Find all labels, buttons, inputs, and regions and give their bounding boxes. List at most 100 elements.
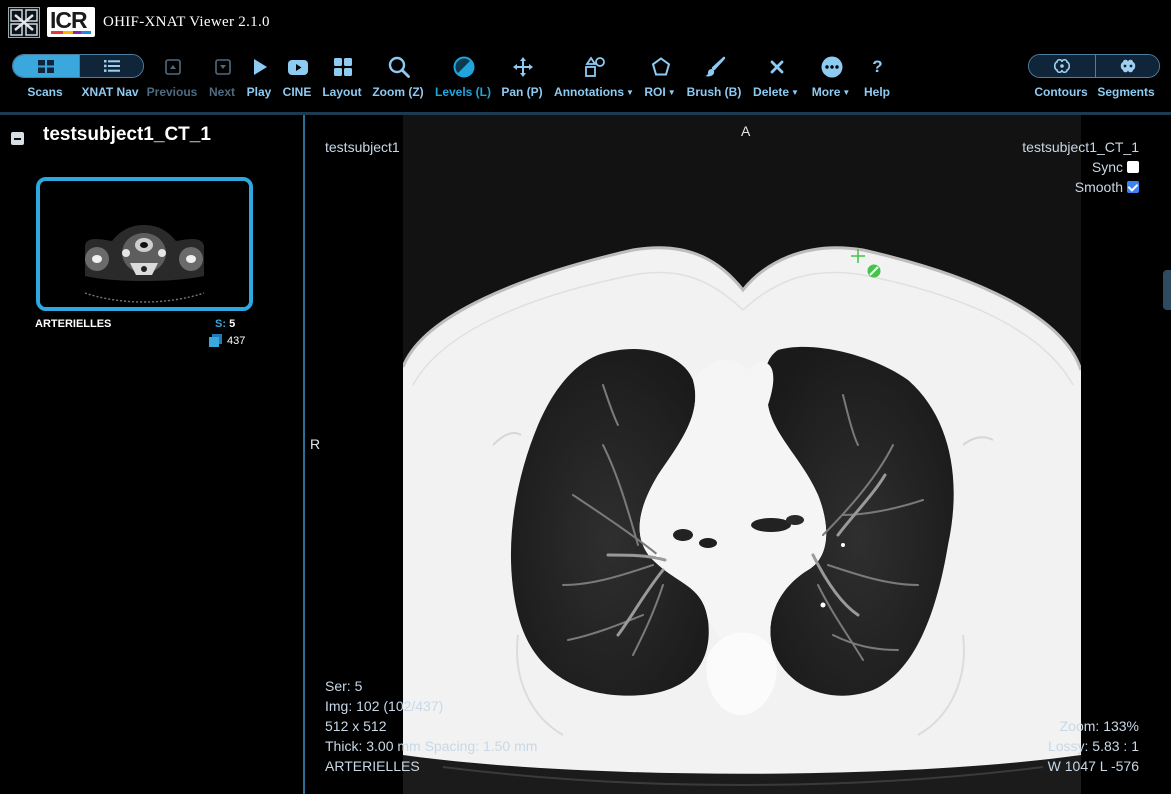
more-label: More ▼ [812,85,851,99]
more-dots-icon [820,55,844,79]
smooth-toggle[interactable]: Smooth [1075,179,1139,195]
list-icon [103,60,120,72]
delete-label: Delete ▼ [753,85,799,99]
series-image-count-value: 437 [227,334,246,347]
annotations-menu-button[interactable]: Annotations ▼ [554,46,634,112]
dimensions-overlay: 512 x 512 [325,718,387,734]
delete-label-text: Delete [753,85,790,99]
more-menu-button[interactable]: More ▼ [812,46,850,112]
roi-label-text: ROI [644,85,666,99]
sync-label: Sync [1091,159,1123,175]
series-thumbnail-image [40,181,249,307]
segments-label: Segments [1097,85,1155,99]
next-button[interactable]: Next [209,46,235,112]
move-arrows-icon [511,55,535,79]
help-button[interactable]: ? Help [864,46,890,112]
close-icon [765,55,789,79]
patient-name-overlay: testsubject1 [325,139,400,155]
app-title: OHIF-XNAT Viewer 2.1.0 [103,14,270,30]
chevron-down-icon: ▼ [667,88,676,97]
levels-button[interactable]: Levels (L) [435,46,491,112]
levels-label: Levels (L) [434,85,492,99]
series-image-count: 437 [209,334,245,347]
chevron-down-icon: ▼ [626,88,634,97]
chevron-down-icon: ▼ [791,88,799,97]
roi-menu-button[interactable]: ROI ▼ [644,46,676,112]
annotations-label-text: Annotations [554,85,625,99]
series-number: S: 5 [215,318,235,330]
icr-logo: ICR [47,7,95,37]
pan-label: Pan (P) [501,85,543,99]
play-label: Play [246,85,272,99]
image-viewport[interactable]: A R testsubject1 testsubject1_CT_1 Sync … [305,115,1171,794]
study-browser-panel: testsubject1_CT_1 ARTERIELLES S: 5 437 [0,115,304,794]
collapse-study-button[interactable] [11,132,24,145]
cine-button[interactable]: CINE [283,46,311,112]
study-name-overlay: testsubject1_CT_1 [1022,139,1139,155]
contours-label: Contours [1034,85,1088,99]
study-title: testsubject1_CT_1 [43,124,211,145]
chevron-down-icon: ▼ [842,88,851,97]
right-panel-handle[interactable] [1163,270,1171,310]
previous-button[interactable]: Previous [147,46,197,112]
next-label: Next [208,85,236,99]
previous-icon [161,55,185,79]
left-panel-toggle-group [12,54,144,78]
orientation-top: A [741,123,751,139]
series-description: ARTERIELLES [35,318,112,330]
roi-label: ROI ▼ [644,85,675,99]
question-icon: ? [872,57,883,76]
lossy-overlay: Lossy: 5.83 : 1 [1047,738,1139,754]
thickness-overlay: Thick: 3.00 mm Spacing: 1.50 mm [325,738,538,754]
grid-icon [38,59,54,73]
stack-icon [209,334,222,347]
series-thumbnail[interactable] [36,177,253,311]
scans-label: Scans [27,85,63,99]
series-number-key: S: [215,318,226,330]
sync-toggle[interactable]: Sync [1092,159,1139,175]
layout-grid-icon [331,55,355,79]
sync-checkbox[interactable] [1127,161,1139,173]
xnat-logo-icon [8,7,40,38]
pan-button[interactable]: Pan (P) [501,46,543,112]
app-header: ICR OHIF-XNAT Viewer 2.1.0 [0,0,1171,46]
xnat-nav-toggle-button[interactable] [79,55,143,77]
paintbrush-icon [703,55,727,79]
brush-button[interactable]: Brush (B) [687,46,741,112]
layout-button[interactable]: Layout [322,46,362,112]
segments-icon [1120,59,1135,73]
next-icon [211,55,235,79]
zoom-overlay: Zoom: 133% [1059,718,1139,734]
search-icon [387,55,411,79]
shapes-icon [583,55,607,79]
layout-label: Layout [322,85,362,99]
annotations-label: Annotations ▼ [554,85,634,99]
description-overlay: ARTERIELLES [325,758,420,774]
delete-menu-button[interactable]: Delete ▼ [753,46,799,112]
smooth-checkbox[interactable] [1127,181,1139,193]
ct-chest-image[interactable] [403,115,1081,794]
play-icon [248,55,272,79]
help-label: Help [863,85,891,99]
cine-label: CINE [282,85,312,99]
image-index-overlay: Img: 102 (102/437) [325,698,444,714]
contrast-icon [452,55,476,79]
previous-label: Previous [146,85,198,99]
contours-icon [1054,59,1070,73]
hexagon-icon [649,55,673,79]
brush-label: Brush (B) [686,85,742,99]
segments-toggle-button[interactable] [1095,55,1159,77]
zoom-button[interactable]: Zoom (Z) [372,46,424,112]
smooth-label: Smooth [1074,179,1123,195]
orientation-left: R [310,436,321,452]
play-button[interactable]: Play [247,46,271,112]
toolbar: Scans XNAT Nav Previous Next Play CINE L… [0,46,1171,112]
series-number-value: 5 [229,318,236,330]
right-panel-toggle-group [1028,54,1160,78]
icr-logo-text: ICR [50,7,88,33]
window-level-overlay: W 1047 L -576 [1047,758,1139,774]
zoom-label: Zoom (Z) [372,85,424,99]
scans-toggle-button[interactable] [13,55,79,77]
youtube-icon [286,55,310,79]
contours-toggle-button[interactable] [1029,55,1095,77]
